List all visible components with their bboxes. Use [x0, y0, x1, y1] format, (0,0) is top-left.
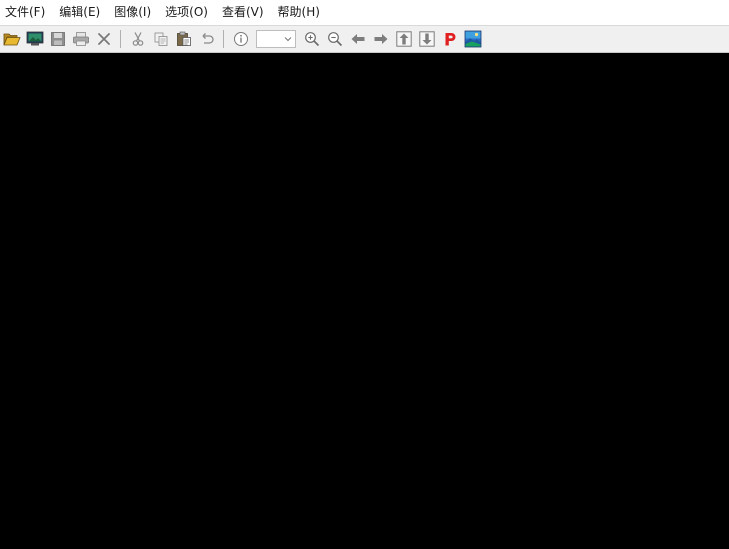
paste-button[interactable] — [174, 29, 194, 49]
zoom-out-icon — [328, 32, 343, 47]
menu-options[interactable]: 选项(O) — [163, 0, 214, 25]
p-icon — [445, 33, 456, 46]
open-folder-icon — [3, 33, 21, 46]
image-canvas[interactable] — [0, 53, 729, 549]
app-window: 文件(F) 编辑(E) 图像(I) 选项(O) 查看(V) 帮助(H) — [0, 0, 729, 549]
arrow-right-icon — [374, 34, 388, 44]
screen-capture-icon — [26, 31, 44, 46]
chevron-down-icon — [284, 37, 292, 42]
undo-icon — [202, 33, 214, 44]
arrow-up-icon — [396, 31, 412, 47]
first-button[interactable] — [394, 29, 414, 49]
menu-file[interactable]: 文件(F) — [3, 0, 51, 25]
image-button[interactable] — [463, 29, 483, 49]
menu-image[interactable]: 图像(I) — [112, 0, 157, 25]
toolbar-separator — [120, 30, 121, 48]
zoom-dropdown[interactable] — [256, 30, 296, 48]
zoom-out-button[interactable] — [325, 29, 345, 49]
menu-view[interactable]: 查看(V) — [220, 0, 270, 25]
menu-bar: 文件(F) 编辑(E) 图像(I) 选项(O) 查看(V) 帮助(H) — [0, 0, 729, 25]
arrow-left-icon — [351, 34, 365, 44]
save-button[interactable] — [48, 29, 68, 49]
delete-button[interactable] — [94, 29, 114, 49]
open-button[interactable] — [2, 29, 22, 49]
print-button[interactable] — [71, 29, 91, 49]
toolbar — [0, 25, 729, 53]
cut-icon — [132, 32, 144, 46]
paste-icon — [177, 31, 191, 46]
p-button[interactable] — [440, 29, 460, 49]
cut-button[interactable] — [128, 29, 148, 49]
zoom-in-icon — [305, 32, 320, 47]
info-icon — [234, 32, 248, 46]
last-button[interactable] — [417, 29, 437, 49]
next-button[interactable] — [371, 29, 391, 49]
copy-icon — [154, 32, 168, 46]
menu-help[interactable]: 帮助(H) — [276, 0, 326, 25]
info-button[interactable] — [231, 29, 251, 49]
capture-button[interactable] — [25, 29, 45, 49]
menu-edit[interactable]: 编辑(E) — [57, 0, 106, 25]
previous-button[interactable] — [348, 29, 368, 49]
print-icon — [73, 32, 89, 46]
delete-icon — [98, 33, 110, 45]
arrow-down-icon — [419, 31, 435, 47]
save-icon — [51, 32, 65, 46]
toolbar-separator — [223, 30, 224, 48]
image-icon — [464, 30, 482, 48]
zoom-in-button[interactable] — [302, 29, 322, 49]
undo-button[interactable] — [197, 29, 217, 49]
copy-button[interactable] — [151, 29, 171, 49]
